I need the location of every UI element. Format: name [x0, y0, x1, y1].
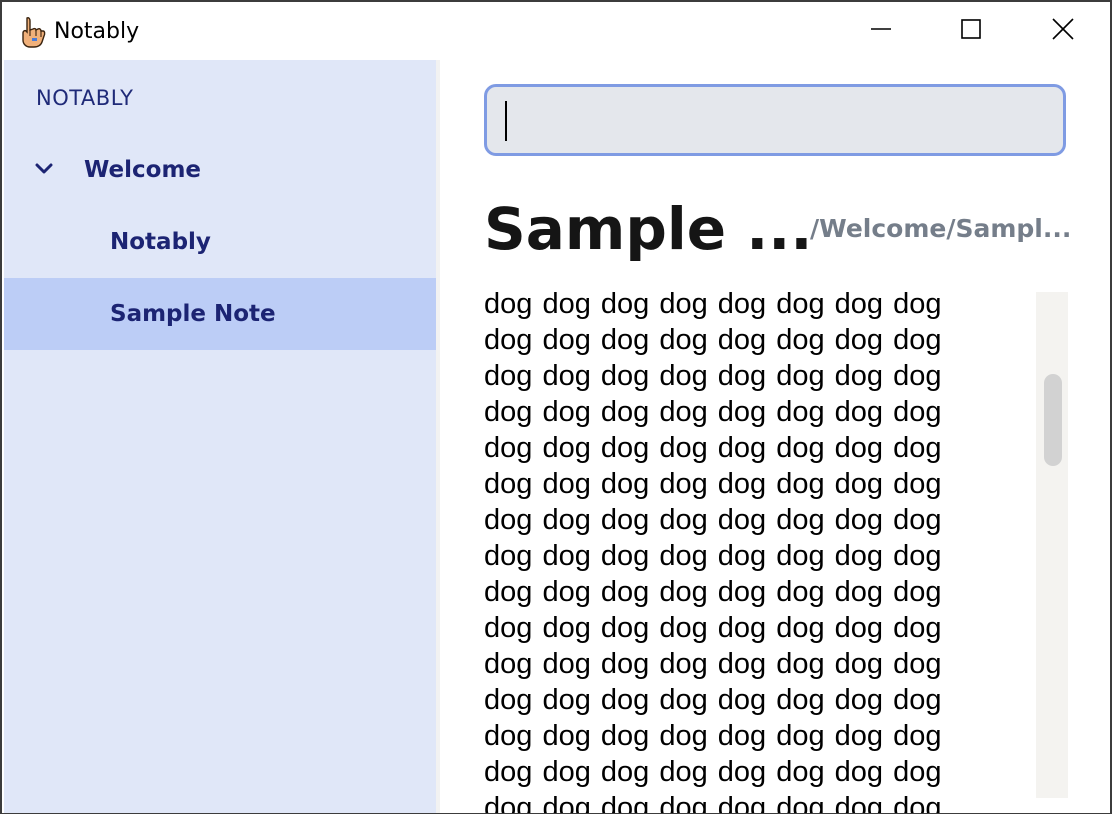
note-body-line: dog dog dog dog dog dog dog dog: [484, 540, 942, 572]
sidebar-item-label: Welcome: [84, 157, 202, 183]
note-body-line: dog dog dog dog dog dog dog dog: [484, 792, 942, 814]
sidebar-item-welcome[interactable]: Welcome: [4, 134, 436, 206]
sidebar-item-notably[interactable]: Notably: [4, 206, 436, 278]
text-cursor: [505, 101, 507, 141]
note-body-line: dog dog dog dog dog dog dog dog: [484, 612, 942, 644]
note-body-line: dog dog dog dog dog dog dog dog: [484, 396, 942, 428]
maximize-icon: [961, 18, 981, 44]
minimize-icon: [871, 19, 891, 44]
window-title: Notably: [54, 19, 140, 44]
note-body[interactable]: dog dog dog dog dog dog dog dog dog dog …: [484, 286, 1032, 814]
app-window: Notably NOTABLY Welcome Notably Sample N…: [0, 0, 1112, 814]
title-bar[interactable]: Notably: [2, 2, 1110, 60]
close-button[interactable]: [1017, 2, 1109, 60]
sidebar-item-label: Notably: [110, 229, 211, 255]
note-path: /Welcome/Sampl...: [810, 214, 1072, 243]
chevron-down-icon[interactable]: [35, 160, 53, 178]
note-body-line: dog dog dog dog dog dog dog dog: [484, 288, 942, 320]
note-body-line: dog dog dog dog dog dog dog dog: [484, 324, 942, 356]
note-title: Sample ...: [484, 195, 813, 263]
note-body-line: dog dog dog dog dog dog dog dog: [484, 684, 942, 716]
sidebar: NOTABLY Welcome Notably Sample Note: [4, 60, 436, 813]
search-input[interactable]: [484, 84, 1066, 156]
sidebar-item-label: Sample Note: [110, 301, 276, 327]
note-body-line: dog dog dog dog dog dog dog dog: [484, 504, 942, 536]
note-body-line: dog dog dog dog dog dog dog dog: [484, 468, 942, 500]
note-body-line: dog dog dog dog dog dog dog dog: [484, 576, 942, 608]
note-body-line: dog dog dog dog dog dog dog dog: [484, 756, 942, 788]
maximize-button[interactable]: [925, 2, 1017, 60]
minimize-button[interactable]: [835, 2, 927, 60]
note-body-line: dog dog dog dog dog dog dog dog: [484, 360, 942, 392]
note-body-line: dog dog dog dog dog dog dog dog: [484, 720, 942, 752]
note-body-line: dog dog dog dog dog dog dog dog: [484, 432, 942, 464]
note-editor: Sample ... /Welcome/Sampl... dog dog dog…: [440, 60, 1110, 814]
scrollbar-thumb[interactable]: [1044, 374, 1062, 466]
note-body-line: dog dog dog dog dog dog dog dog: [484, 648, 942, 680]
sidebar-item-sample-note[interactable]: Sample Note: [4, 278, 436, 350]
scrollbar-track[interactable]: [1036, 292, 1068, 798]
hand-pointing-icon: [20, 16, 46, 48]
close-icon: [1052, 17, 1074, 45]
sidebar-heading: NOTABLY: [36, 86, 134, 110]
